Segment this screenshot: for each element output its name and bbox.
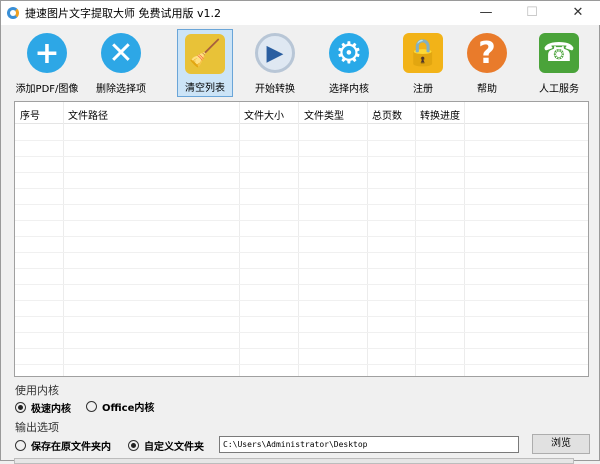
delete-icon: ✕ xyxy=(101,33,141,73)
toolbar-button-help-book[interactable]: ? 帮助 xyxy=(459,29,515,97)
toolbar-button-label: 人工服务 xyxy=(539,84,579,95)
window-title: 捷速图片文字提取大师 免费试用版 v1.2 xyxy=(25,7,221,20)
row-gridline xyxy=(15,220,588,221)
close-button[interactable]: ✕ xyxy=(555,1,600,25)
column-divider xyxy=(63,102,64,376)
row-gridline xyxy=(15,316,588,317)
toolbar-button-gear[interactable]: ⚙ 选择内核 xyxy=(321,29,377,97)
title-bar: 捷速图片文字提取大师 免费试用版 v1.2 — ☐ ✕ xyxy=(1,1,600,25)
toolbar: + 添加PDF/图像 ✕ 删除选择项 🧹 清空列表 ▶ 开始转换 ⚙ 选择内核 🔒 注册? 帮助 ☎ 人工服… xyxy=(1,27,600,99)
column-header-path[interactable]: 文件路径 xyxy=(68,107,108,122)
row-gridline xyxy=(15,252,588,253)
toolbar-button-label: 删除选择项 xyxy=(96,84,146,95)
radio-unchecked-icon xyxy=(86,401,97,412)
column-divider xyxy=(239,102,240,376)
output-label: 输出选项 xyxy=(15,421,59,434)
row-gridline xyxy=(15,348,588,349)
column-header-size[interactable]: 文件大小 xyxy=(244,107,284,122)
maximize-button[interactable]: ☐ xyxy=(509,1,555,25)
row-gridline xyxy=(15,156,588,157)
row-gridline xyxy=(15,268,588,269)
column-divider xyxy=(464,102,465,376)
row-gridline xyxy=(15,332,588,333)
column-divider xyxy=(415,102,416,376)
play-icon: ▶ xyxy=(255,33,295,73)
column-header-type[interactable]: 文件类型 xyxy=(304,107,344,122)
row-gridline xyxy=(15,140,588,141)
engine-office-radio[interactable]: Office内核 xyxy=(86,399,154,414)
table-header: 序号 文件路径 文件大小 文件类型 总页数 转换进度 xyxy=(15,102,588,124)
radio-checked-icon xyxy=(128,440,139,451)
toolbar-button-play[interactable]: ▶ 开始转换 xyxy=(247,29,303,97)
radio-unchecked-icon xyxy=(15,440,26,451)
engine-office-label: Office内核 xyxy=(102,403,155,414)
toolbar-button-label: 开始转换 xyxy=(255,84,295,95)
row-gridline xyxy=(15,236,588,237)
output-path-input[interactable]: C:\Users\Administrator\Desktop xyxy=(219,436,519,453)
radio-checked-icon xyxy=(15,402,26,413)
output-custom-label: 自定义文件夹 xyxy=(144,442,204,453)
row-gridline xyxy=(15,204,588,205)
toolbar-button-label: 帮助 xyxy=(477,84,497,95)
broom-icon: 🧹 xyxy=(185,34,225,74)
engine-label: 使用内核 xyxy=(15,384,59,397)
toolbar-button-lock[interactable]: 🔒 注册 xyxy=(395,29,451,97)
engine-fast-label: 极速内核 xyxy=(31,404,71,415)
output-original-label: 保存在原文件夹内 xyxy=(31,442,111,453)
minimize-button[interactable]: — xyxy=(463,1,509,25)
toolbar-button-phone[interactable]: ☎ 人工服务 xyxy=(531,29,587,97)
row-gridline xyxy=(15,188,588,189)
column-header-index[interactable]: 序号 xyxy=(20,107,40,122)
column-header-progress[interactable]: 转换进度 xyxy=(420,107,460,122)
column-divider xyxy=(298,102,299,376)
progress-bar xyxy=(14,458,574,464)
toolbar-button-label: 添加PDF/图像 xyxy=(15,84,79,95)
app-icon xyxy=(7,7,19,19)
toolbar-button-label: 选择内核 xyxy=(329,84,369,95)
help-book-icon: ? xyxy=(467,33,507,73)
output-original-radio[interactable]: 保存在原文件夹内 xyxy=(15,438,111,453)
browse-button[interactable]: 浏览 xyxy=(532,434,590,454)
toolbar-button-add[interactable]: + 添加PDF/图像 xyxy=(16,29,78,97)
lock-icon: 🔒 xyxy=(403,33,443,73)
toolbar-button-broom[interactable]: 🧹 清空列表 xyxy=(177,29,233,97)
gear-icon: ⚙ xyxy=(329,33,369,73)
row-gridline xyxy=(15,284,588,285)
output-custom-radio[interactable]: 自定义文件夹 xyxy=(128,438,204,453)
add-icon: + xyxy=(27,33,67,73)
row-gridline xyxy=(15,300,588,301)
engine-fast-radio[interactable]: 极速内核 xyxy=(15,400,71,415)
phone-icon: ☎ xyxy=(539,33,579,73)
column-divider xyxy=(367,102,368,376)
toolbar-button-label: 清空列表 xyxy=(185,83,225,94)
column-header-pages[interactable]: 总页数 xyxy=(372,107,402,122)
row-gridline xyxy=(15,364,588,365)
row-gridline xyxy=(15,172,588,173)
toolbar-button-delete[interactable]: ✕ 删除选择项 xyxy=(93,29,149,97)
file-table[interactable]: 序号 文件路径 文件大小 文件类型 总页数 转换进度 xyxy=(14,101,589,377)
